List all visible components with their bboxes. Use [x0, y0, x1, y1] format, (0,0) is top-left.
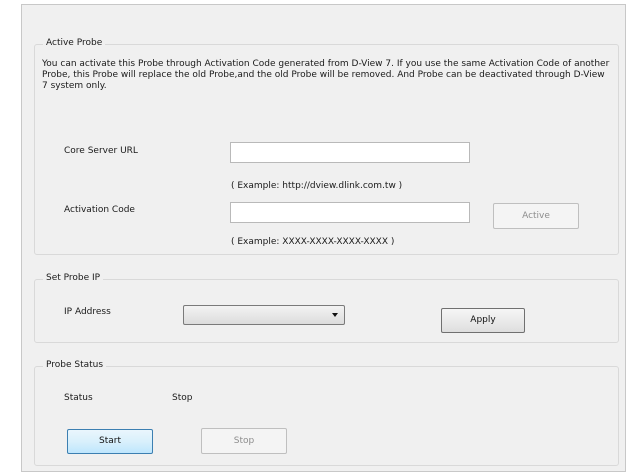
- core-server-url-example: ( Example: http://dview.dlink.com.tw ): [231, 181, 403, 191]
- core-server-url-label: Core Server URL: [64, 146, 138, 156]
- apply-button[interactable]: Apply: [441, 308, 525, 333]
- set-probe-ip-title: Set Probe IP: [43, 273, 104, 283]
- status-label: Status: [64, 393, 93, 403]
- activation-code-label: Activation Code: [64, 205, 135, 215]
- start-button[interactable]: Start: [67, 429, 153, 454]
- active-probe-title: Active Probe: [43, 38, 106, 48]
- ip-address-dropdown[interactable]: [183, 305, 345, 325]
- activation-code-input[interactable]: [230, 202, 470, 223]
- chevron-down-icon: [332, 313, 338, 317]
- active-probe-description: You can activate this Probe through Acti…: [42, 59, 610, 91]
- probe-status-title: Probe Status: [43, 360, 107, 370]
- ip-address-label: IP Address: [64, 307, 111, 317]
- stop-button[interactable]: Stop: [201, 428, 287, 454]
- core-server-url-input[interactable]: [230, 142, 470, 163]
- active-button[interactable]: Active: [493, 203, 579, 229]
- status-value: Stop: [172, 393, 193, 403]
- activation-code-example: ( Example: XXXX-XXXX-XXXX-XXXX ): [231, 237, 395, 247]
